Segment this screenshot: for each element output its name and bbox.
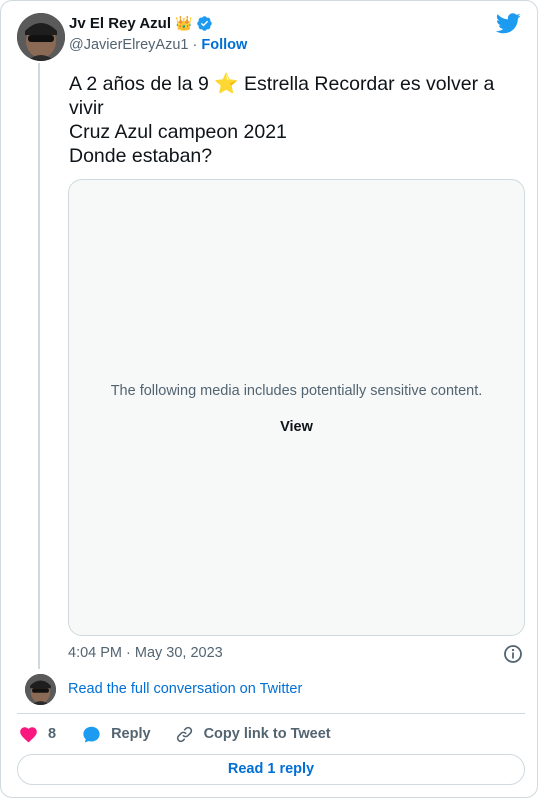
tweet-line-1: A 2 años de la 9 ⭐ Estrella Recordar es …: [69, 73, 495, 119]
sensitive-content-warning: The following media includes potentially…: [110, 383, 483, 399]
copy-link-button[interactable]: Copy link to Tweet: [175, 725, 331, 744]
sensitive-media-container[interactable]: The following media includes potentially…: [68, 179, 525, 636]
separator-dot: ·: [192, 37, 198, 53]
verified-badge-icon: [196, 15, 213, 32]
tweet-line-2: Cruz Azul campeon 2021: [69, 121, 287, 143]
tweet-text: A 2 años de la 9 ⭐ Estrella Recordar es …: [69, 72, 519, 168]
author-name-row[interactable]: Jv El Rey Azul 👑: [69, 15, 213, 32]
crown-emoji: 👑: [174, 15, 193, 31]
tweet-timestamp[interactable]: 4:04 PM · May 30, 2023: [68, 645, 223, 661]
reply-button[interactable]: Reply: [82, 725, 151, 744]
like-button[interactable]: 8: [19, 725, 56, 743]
read-replies-button[interactable]: Read 1 reply: [17, 754, 525, 785]
actions-divider: [17, 713, 525, 714]
like-count: 8: [48, 726, 57, 742]
copy-link-label: Copy link to Tweet: [203, 726, 331, 742]
read-full-conversation-link[interactable]: Read the full conversation on Twitter: [68, 681, 302, 697]
tweet-line-3: Donde estaban?: [69, 145, 213, 167]
reply-bubble-icon: [82, 725, 101, 744]
follow-link[interactable]: Follow: [201, 37, 247, 53]
author-name[interactable]: Jv El Rey Azul: [69, 15, 171, 32]
thread-line: [38, 63, 40, 669]
heart-icon: [19, 725, 38, 743]
link-icon: [175, 725, 194, 744]
author-handle[interactable]: @JavierElreyAzu1: [69, 37, 188, 53]
info-icon[interactable]: [503, 644, 523, 669]
author-avatar[interactable]: [17, 13, 65, 61]
reply-author-avatar[interactable]: [25, 674, 56, 705]
tweet-card: Jv El Rey Azul 👑 @JavierElreyAzu1 · Foll…: [0, 0, 538, 798]
reply-label: Reply: [111, 726, 151, 742]
author-handle-row: @JavierElreyAzu1 · Follow: [69, 37, 247, 53]
tweet-actions: 8 Reply Copy link to Tweet: [19, 723, 331, 745]
twitter-bird-icon[interactable]: [495, 13, 521, 39]
view-media-button[interactable]: View: [69, 419, 524, 435]
